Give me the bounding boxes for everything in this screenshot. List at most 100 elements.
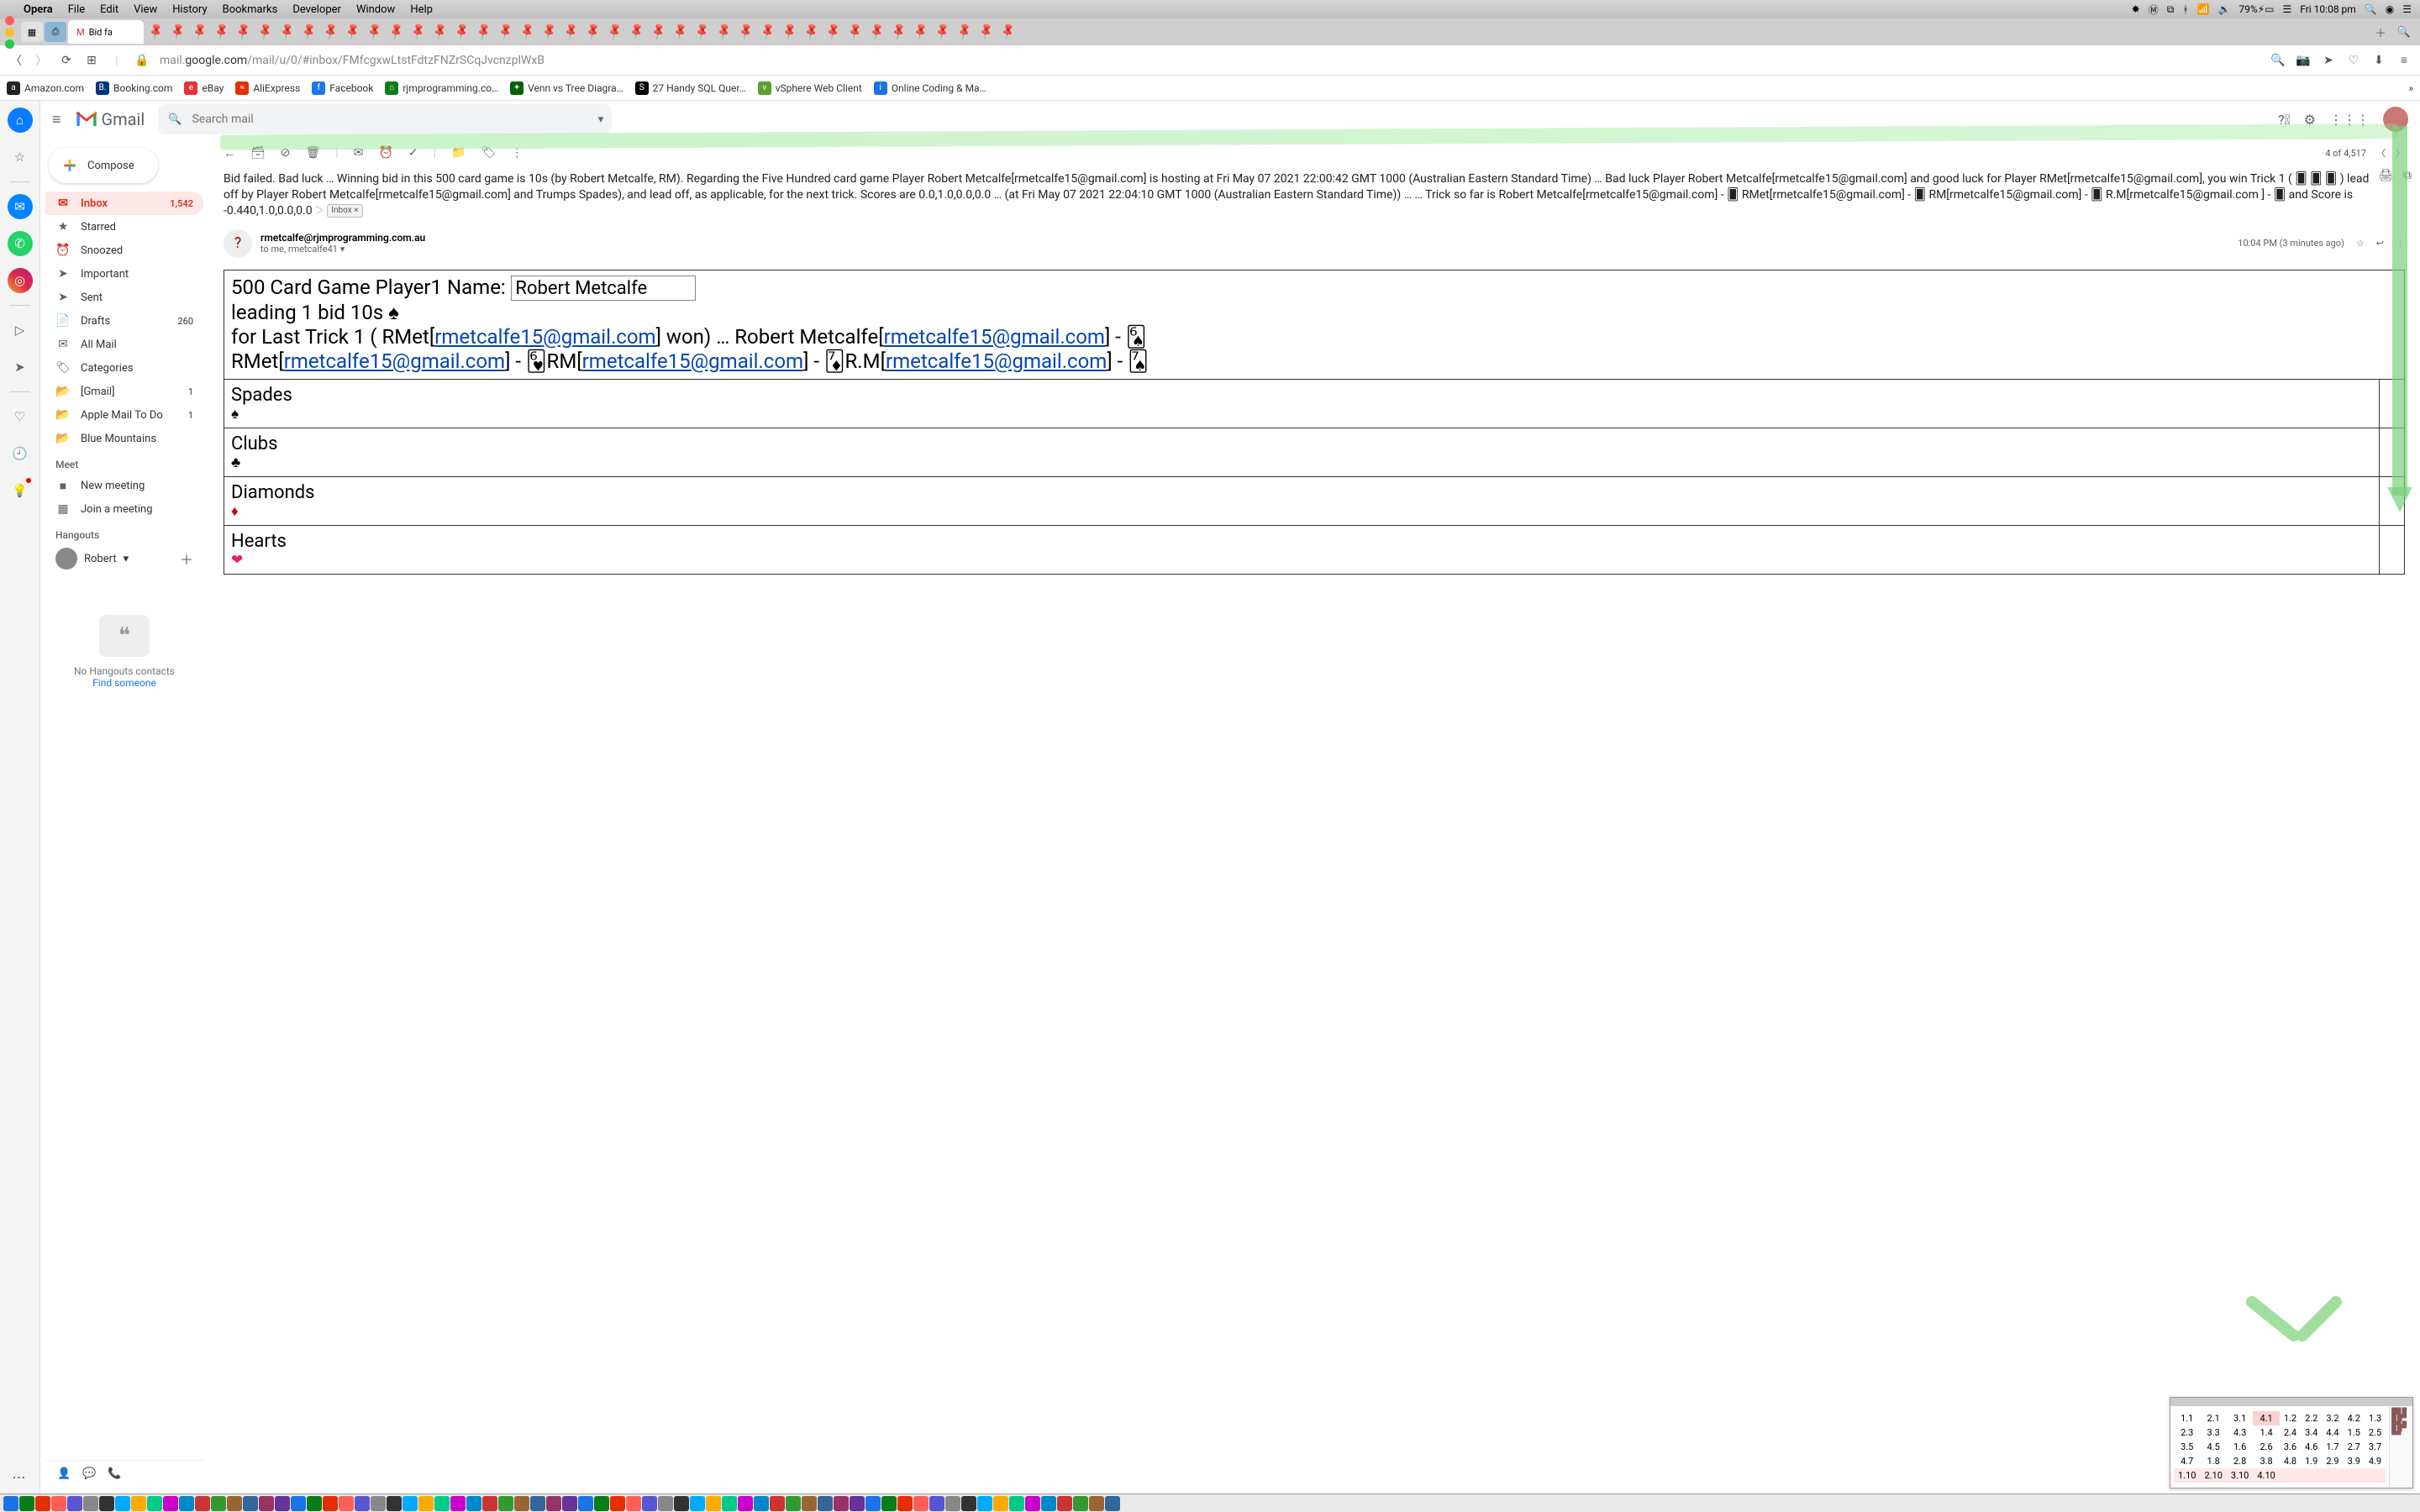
- bookmark-item[interactable]: vvSphere Web Client: [758, 81, 862, 95]
- support-icon[interactable]: ?⃝: [2278, 112, 2291, 128]
- clock[interactable]: Fri 10:08 pm: [2300, 3, 2356, 15]
- dock-app[interactable]: [1009, 1496, 1024, 1511]
- sidebar-item-drafts[interactable]: 📄Drafts260: [45, 309, 203, 333]
- main-menu-button[interactable]: ≡: [52, 111, 61, 129]
- dock-app[interactable]: [355, 1496, 370, 1511]
- dock-app[interactable]: [131, 1496, 146, 1511]
- menu-icon[interactable]: ☰: [2402, 3, 2412, 15]
- address-url[interactable]: mail.google.com/mail/u/0/#inbox/FMfcgxwL…: [160, 54, 544, 67]
- menu-file[interactable]: File: [68, 3, 85, 16]
- search-input[interactable]: [190, 112, 602, 127]
- dock-app[interactable]: [450, 1496, 466, 1511]
- dock-app[interactable]: [1073, 1496, 1088, 1511]
- sidebar-item-sent[interactable]: ➤Sent: [45, 286, 203, 309]
- dock-app[interactable]: [642, 1496, 657, 1511]
- extensions-icon[interactable]: ⊞: [84, 54, 99, 67]
- delete-icon[interactable]: 🗑: [306, 146, 321, 160]
- dock-app[interactable]: [211, 1496, 226, 1511]
- sidebar-more[interactable]: ⋯: [13, 1469, 28, 1485]
- dock-app[interactable]: [195, 1496, 210, 1511]
- secondary-window-preview[interactable]: 1.12.13.14.11.22.23.24.21.32.33.34.31.42…: [2170, 1397, 2413, 1488]
- snapshot-icon[interactable]: 📷: [2296, 54, 2311, 67]
- star-icon[interactable]: ☆: [2356, 238, 2365, 249]
- window-zoom-button[interactable]: [5, 39, 14, 49]
- dock-app[interactable]: [402, 1496, 418, 1511]
- sidebar-item-categories[interactable]: 🏷Categories: [45, 356, 203, 380]
- add-to-tasks-icon[interactable]: ✓: [408, 146, 418, 160]
- dock-app[interactable]: [227, 1496, 242, 1511]
- sender-avatar[interactable]: ?: [224, 229, 252, 258]
- sidebar-item-all-mail[interactable]: ✉All Mail: [45, 333, 203, 356]
- menu-help[interactable]: Help: [410, 3, 433, 16]
- player-name-input[interactable]: [511, 276, 696, 301]
- find-someone-link[interactable]: Find someone: [92, 677, 156, 689]
- dock-app[interactable]: [850, 1496, 865, 1511]
- back-icon[interactable]: ←: [224, 146, 235, 160]
- dock-app[interactable]: [275, 1496, 290, 1511]
- sidebar-item-important[interactable]: ➤Important: [45, 262, 203, 286]
- gmail-logo[interactable]: Gmail: [75, 109, 145, 129]
- next-message[interactable]: 〉: [2396, 146, 2405, 160]
- dock-app[interactable]: [99, 1496, 114, 1511]
- battery-status[interactable]: 79% ⚡︎▭: [2238, 3, 2274, 15]
- snooze-icon[interactable]: ⏰: [378, 146, 392, 160]
- dock-app[interactable]: [1089, 1496, 1104, 1511]
- dock-app[interactable]: [387, 1496, 402, 1511]
- compose-button[interactable]: Compose: [49, 148, 158, 183]
- bookmark-item[interactable]: iOnline Coding & Ma…: [874, 81, 986, 95]
- menu-bookmarks[interactable]: Bookmarks: [223, 3, 278, 16]
- airplay-icon[interactable]: ⧉: [2167, 3, 2175, 16]
- messenger-icon[interactable]: ✉: [8, 194, 33, 219]
- bookmark-item[interactable]: B.Booking.com: [96, 81, 172, 95]
- hangout-user[interactable]: Robert ▾ ＋: [45, 544, 203, 573]
- menu-edit[interactable]: Edit: [100, 3, 118, 16]
- email-link[interactable]: rmetcalfe15@gmail.com: [582, 349, 803, 373]
- dock-app[interactable]: [578, 1496, 593, 1511]
- archive-icon[interactable]: 🗃: [250, 146, 266, 160]
- email-link[interactable]: rmetcalfe15@gmail.com: [434, 325, 655, 349]
- window-minimize-button[interactable]: [5, 28, 14, 37]
- player-icon[interactable]: ▷: [8, 318, 33, 343]
- bookmarks-overflow[interactable]: »: [2408, 82, 2413, 94]
- control-center-icon[interactable]: ☰: [2282, 3, 2291, 15]
- dock-app[interactable]: [594, 1496, 609, 1511]
- dock-app[interactable]: [434, 1496, 450, 1511]
- email-link[interactable]: rmetcalfe15@gmail.com: [886, 349, 1107, 373]
- sidebar-item-blue-mountains[interactable]: 📂Blue Mountains: [45, 427, 203, 450]
- dock-app[interactable]: [658, 1496, 673, 1511]
- dock-app[interactable]: [3, 1496, 18, 1511]
- join-meeting[interactable]: ▦Join a meeting: [45, 497, 203, 521]
- dock-app[interactable]: [323, 1496, 338, 1511]
- dock-app[interactable]: [1041, 1496, 1056, 1511]
- more-icon[interactable]: ⋮: [511, 146, 523, 160]
- dock-app[interactable]: [674, 1496, 689, 1511]
- dock-app[interactable]: [291, 1496, 306, 1511]
- search-in-page-icon[interactable]: 🔍: [2270, 54, 2286, 67]
- easy-setup-icon[interactable]: ≡: [2396, 53, 2412, 67]
- dock-app[interactable]: [179, 1496, 194, 1511]
- email-link[interactable]: rmetcalfe15@gmail.com: [284, 349, 505, 373]
- dock-app[interactable]: [51, 1496, 66, 1511]
- dock-app[interactable]: [865, 1496, 881, 1511]
- dock-app[interactable]: [530, 1496, 545, 1511]
- dock-app[interactable]: [1025, 1496, 1040, 1511]
- dock-app[interactable]: [163, 1496, 178, 1511]
- menu-history[interactable]: History: [172, 3, 207, 16]
- add-person-icon[interactable]: ＋: [180, 549, 193, 569]
- spam-icon[interactable]: ⊘: [281, 146, 291, 160]
- dock-app[interactable]: [610, 1496, 625, 1511]
- dock-app[interactable]: [339, 1496, 354, 1511]
- reply-icon[interactable]: ↩: [2376, 238, 2384, 249]
- dock-app[interactable]: [482, 1496, 497, 1511]
- spotlight-icon[interactable]: 🔍: [2365, 3, 2377, 15]
- menu-window[interactable]: Window: [356, 3, 395, 16]
- reload-button[interactable]: ⟳: [59, 54, 74, 67]
- dock-app[interactable]: [722, 1496, 737, 1511]
- dock-app[interactable]: [961, 1496, 976, 1511]
- pinboard-icon[interactable]: 💡: [8, 478, 33, 503]
- bookmark-item[interactable]: ≈AliExpress: [235, 81, 300, 95]
- menu-developer[interactable]: Developer: [292, 3, 341, 16]
- send-icon[interactable]: ➤: [8, 354, 33, 380]
- inbox-chip[interactable]: Inbox ×: [327, 204, 362, 218]
- download-icon[interactable]: ⬇: [2371, 54, 2386, 67]
